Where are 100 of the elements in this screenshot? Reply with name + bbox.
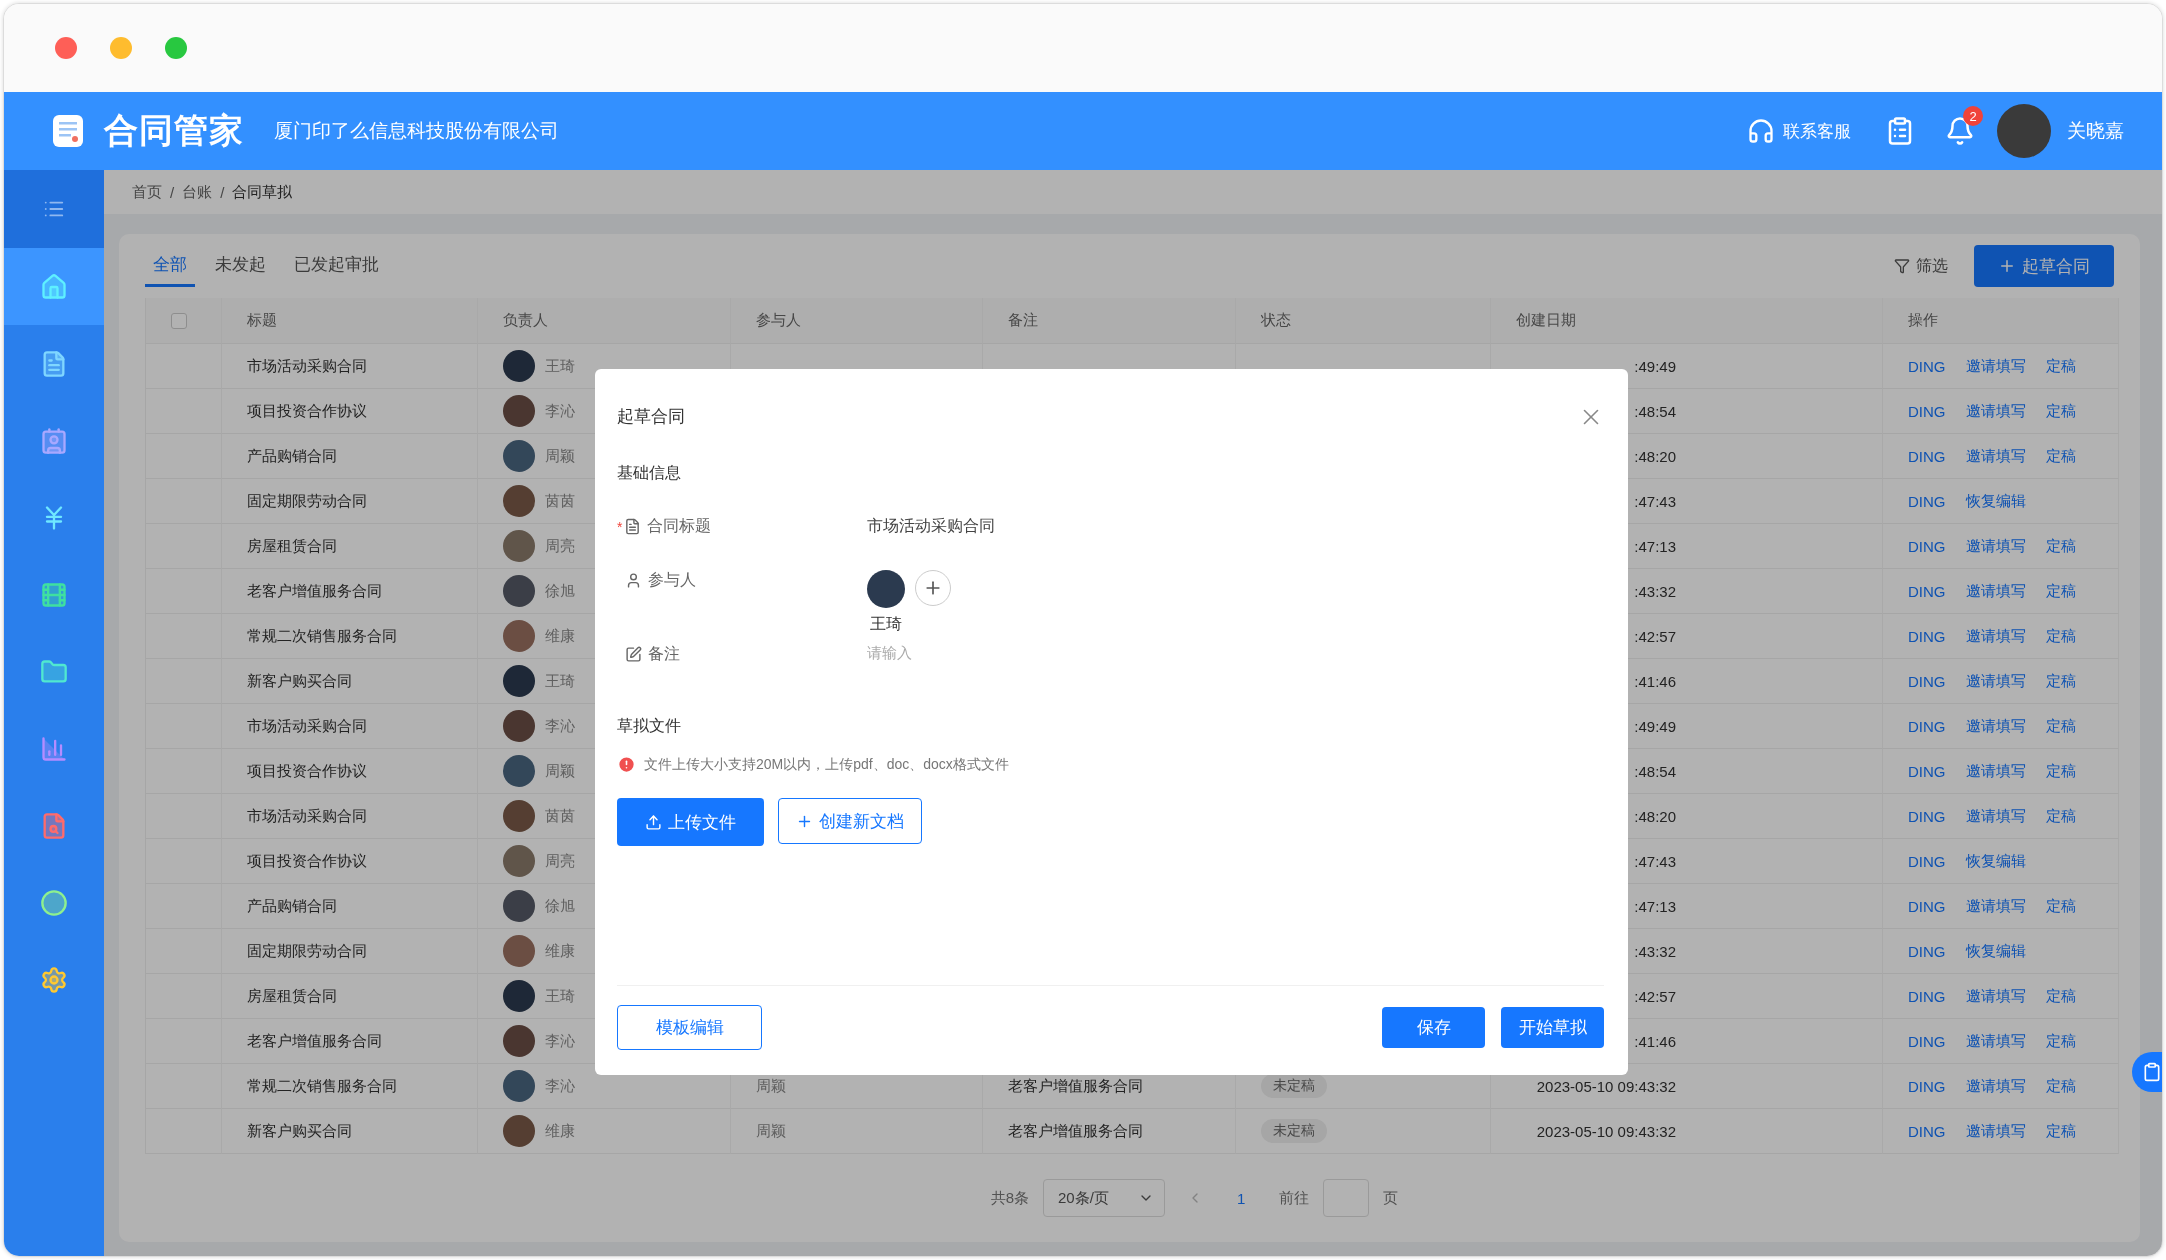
action-link[interactable]: DING: [1908, 537, 1946, 555]
action-link[interactable]: DING: [1908, 762, 1946, 780]
filter-tab[interactable]: 已发起审批: [286, 245, 387, 287]
dialog-title: 起草合同: [617, 406, 685, 428]
action-link[interactable]: DING: [1908, 1122, 1946, 1140]
action-link[interactable]: 定稿: [2045, 896, 2076, 916]
goto-page-field[interactable]: [1323, 1179, 1370, 1217]
action-link[interactable]: DING: [1908, 852, 1946, 870]
action-link[interactable]: DING: [1908, 1077, 1946, 1095]
action-link[interactable]: DING: [1908, 627, 1946, 645]
breadcrumb-separator: /: [220, 183, 225, 201]
action-link[interactable]: 定稿: [2045, 446, 2076, 466]
add-participant-button[interactable]: [915, 570, 951, 606]
action-link[interactable]: DING: [1908, 357, 1946, 375]
action-link[interactable]: 邀请填写: [1965, 1121, 2026, 1141]
action-link[interactable]: 邀请填写: [1965, 1076, 2026, 1096]
action-link[interactable]: 恢复编辑: [1965, 851, 2026, 871]
save-button[interactable]: 保存: [1382, 1007, 1485, 1048]
folder-icon: [40, 657, 68, 686]
action-link[interactable]: DING: [1908, 1032, 1946, 1050]
action-link[interactable]: 邀请填写: [1965, 806, 2026, 826]
settings-icon: [40, 965, 68, 994]
action-link[interactable]: 定稿: [2045, 356, 2076, 376]
participant-avatar: [867, 570, 905, 608]
field-value: 市场活动采购合同: [867, 516, 996, 536]
support-link[interactable]: 联系客服: [1747, 117, 1851, 145]
action-link[interactable]: 邀请填写: [1965, 446, 2026, 466]
action-link[interactable]: DING: [1908, 987, 1946, 1005]
action-link[interactable]: 定稿: [2045, 1076, 2076, 1096]
action-link[interactable]: 定稿: [2045, 671, 2076, 691]
film-icon: [40, 580, 68, 609]
select-all-checkbox[interactable]: [171, 312, 187, 329]
action-link[interactable]: 定稿: [2045, 716, 2076, 736]
minimize-window-icon[interactable]: [110, 37, 132, 59]
action-link[interactable]: 定稿: [2045, 626, 2076, 646]
action-link[interactable]: 定稿: [2045, 401, 2076, 421]
close-window-icon[interactable]: [55, 37, 77, 59]
action-link[interactable]: 定稿: [2045, 1031, 2076, 1051]
breadcrumb-link[interactable]: 首页: [132, 182, 162, 202]
filter-tab[interactable]: 未发起: [207, 245, 274, 287]
user-avatar[interactable]: [1997, 104, 2051, 158]
action-link[interactable]: DING: [1908, 447, 1946, 465]
action-link[interactable]: 定稿: [2045, 581, 2076, 601]
action-link[interactable]: 邀请填写: [1965, 716, 2026, 736]
action-link[interactable]: 邀请填写: [1965, 356, 2026, 376]
action-link[interactable]: 邀请填写: [1965, 581, 2026, 601]
home-icon: [40, 272, 68, 301]
filter-tab[interactable]: 全部: [145, 245, 195, 287]
table-cell: 项目投资合作协议: [222, 389, 478, 434]
page-size-select[interactable]: 20条/页: [1043, 1179, 1165, 1217]
bar-chart-icon: [40, 734, 68, 763]
action-link[interactable]: DING: [1908, 942, 1946, 960]
action-link[interactable]: DING: [1908, 672, 1946, 690]
owner-avatar: [503, 845, 535, 877]
action-link[interactable]: 邀请填写: [1965, 401, 2026, 421]
action-link[interactable]: DING: [1908, 717, 1946, 735]
clipboard-icon: [2142, 1062, 2162, 1082]
table-cell: 周颖: [731, 1109, 983, 1154]
action-link[interactable]: 邀请填写: [1965, 761, 2026, 781]
create-document-button[interactable]: 创建新文档: [778, 798, 922, 844]
table-cell: 老客户增值服务合同: [983, 1109, 1236, 1154]
page-number[interactable]: 1: [1237, 1189, 1246, 1207]
breadcrumb-link[interactable]: 合同草拟: [232, 182, 293, 202]
upload-file-button[interactable]: 上传文件: [617, 798, 764, 846]
action-link[interactable]: 邀请填写: [1965, 536, 2026, 556]
table-cell: 固定期限劳动合同: [222, 479, 478, 524]
action-link[interactable]: 定稿: [2045, 986, 2076, 1006]
action-link[interactable]: DING: [1908, 402, 1946, 420]
breadcrumb-link[interactable]: 台账: [182, 182, 213, 202]
owner-avatar: [503, 1070, 535, 1102]
action-link[interactable]: 邀请填写: [1965, 896, 2026, 916]
action-link[interactable]: 邀请填写: [1965, 671, 2026, 691]
template-edit-button[interactable]: 模板编辑: [617, 1005, 762, 1050]
action-link[interactable]: 定稿: [2045, 806, 2076, 826]
create-contract-button[interactable]: 起草合同: [1974, 245, 2114, 287]
start-drafting-button[interactable]: 开始草拟: [1501, 1007, 1604, 1048]
table-header-cell: 创建日期: [1491, 298, 1883, 344]
action-link[interactable]: 定稿: [2045, 536, 2076, 556]
sidebar-item[interactable]: [4, 248, 104, 325]
breadcrumb-separator: /: [170, 183, 175, 201]
filter-button[interactable]: 筛选: [1888, 254, 1954, 278]
action-link[interactable]: 恢复编辑: [1965, 491, 2026, 511]
table-cell: 市场活动采购合同: [222, 344, 478, 389]
action-link[interactable]: 定稿: [2045, 761, 2076, 781]
action-link[interactable]: 邀请填写: [1965, 986, 2026, 1006]
action-link[interactable]: 恢复编辑: [1965, 941, 2026, 961]
owner-avatar: [503, 935, 535, 967]
action-link[interactable]: DING: [1908, 582, 1946, 600]
action-link[interactable]: 邀请填写: [1965, 626, 2026, 646]
action-link[interactable]: DING: [1908, 492, 1946, 510]
action-link[interactable]: 邀请填写: [1965, 1031, 2026, 1051]
action-link[interactable]: DING: [1908, 807, 1946, 825]
action-link[interactable]: 定稿: [2045, 1121, 2076, 1141]
action-link[interactable]: DING: [1908, 897, 1946, 915]
owner-avatar: [503, 1025, 535, 1057]
table-header-cell: 状态: [1236, 298, 1491, 344]
user-name[interactable]: 关晓嘉: [2067, 118, 2124, 144]
owner-avatar: [503, 710, 535, 742]
contacts-icon: [40, 426, 68, 455]
maximize-window-icon[interactable]: [165, 37, 187, 59]
